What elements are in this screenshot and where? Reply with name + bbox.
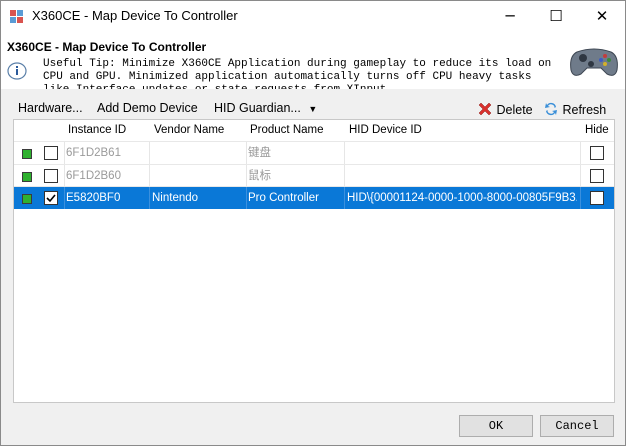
delete-button[interactable]: Delete xyxy=(477,101,533,117)
enable-checkbox[interactable] xyxy=(44,169,58,183)
hardware-button[interactable]: Hardware... xyxy=(18,101,83,115)
col-product-name[interactable]: Product Name xyxy=(250,124,324,136)
col-hid-device-id[interactable]: HID Device ID xyxy=(349,124,422,136)
device-grid[interactable]: Instance ID Vendor Name Product Name HID… xyxy=(13,119,615,403)
vendor-cell xyxy=(152,165,244,187)
col-vendor-name[interactable]: Vendor Name xyxy=(154,124,224,136)
enable-checkbox[interactable] xyxy=(44,146,58,160)
gamepad-icon xyxy=(570,48,618,76)
add-demo-device-button[interactable]: Add Demo Device xyxy=(97,101,198,115)
refresh-button[interactable]: Refresh xyxy=(543,101,606,117)
tip-header: X360CE - Map Device To Controller Useful… xyxy=(1,32,625,89)
dialog-window: X360CE - Map Device To Controller ─ ☐ ✕ … xyxy=(0,0,626,446)
instance-id-cell: 6F1D2B61 xyxy=(66,147,121,159)
useful-tip-text: Useful Tip: Minimize X360CE Application … xyxy=(43,58,552,89)
toolbar: Hardware... Add Demo Device HID Guardian… xyxy=(1,97,625,121)
product-cell: Pro Controller xyxy=(248,192,319,204)
enable-checkbox[interactable] xyxy=(44,191,58,205)
status-indicator xyxy=(22,172,32,182)
maximize-button[interactable]: ☐ xyxy=(533,1,579,32)
hid-device-id-cell: HID\{00001124-0000-1000-8000-00805F9B3..… xyxy=(347,192,577,204)
window-title: X360CE - Map Device To Controller xyxy=(32,8,238,23)
table-row[interactable]: E5820BF0 Nintendo Pro Controller HID\{00… xyxy=(14,186,614,209)
instance-id-cell: E5820BF0 xyxy=(66,192,121,204)
refresh-label: Refresh xyxy=(562,103,607,117)
hid-guardian-button[interactable]: HID Guardian... ▼ xyxy=(214,101,317,115)
hid-device-id-cell xyxy=(347,165,577,187)
vendor-cell: Nintendo xyxy=(152,192,199,204)
col-instance-id[interactable]: Instance ID xyxy=(68,124,126,136)
check-icon xyxy=(46,194,56,203)
vendor-cell xyxy=(152,142,244,164)
minimize-button[interactable]: ─ xyxy=(487,1,533,32)
hide-checkbox[interactable] xyxy=(590,169,604,183)
hide-checkbox[interactable] xyxy=(590,191,604,205)
product-cell: 鼠标 xyxy=(248,170,271,182)
ok-button[interactable]: OK xyxy=(459,415,533,437)
status-indicator xyxy=(22,149,32,159)
delete-label: Delete xyxy=(496,103,533,117)
info-icon xyxy=(7,62,27,80)
header-title: X360CE - Map Device To Controller xyxy=(7,40,207,54)
refresh-icon xyxy=(545,102,557,116)
col-hide[interactable]: Hide xyxy=(585,124,609,136)
instance-id-cell: 6F1D2B60 xyxy=(66,170,121,182)
table-row[interactable]: 6F1D2B60 鼠标 xyxy=(14,164,614,187)
delete-icon xyxy=(478,102,492,116)
table-row[interactable]: 6F1D2B61 键盘 xyxy=(14,141,614,164)
title-bar[interactable]: X360CE - Map Device To Controller ─ ☐ ✕ xyxy=(1,1,625,32)
cancel-button[interactable]: Cancel xyxy=(540,415,614,437)
close-button[interactable]: ✕ xyxy=(579,1,625,32)
dropdown-arrow-icon: ▼ xyxy=(308,104,318,114)
status-indicator xyxy=(22,194,32,204)
hide-checkbox[interactable] xyxy=(590,146,604,160)
hid-guardian-label: HID Guardian... xyxy=(214,101,301,115)
app-icon xyxy=(10,10,23,23)
hid-device-id-cell xyxy=(347,142,577,164)
product-cell: 键盘 xyxy=(248,147,271,159)
grid-header: Instance ID Vendor Name Product Name HID… xyxy=(14,120,614,142)
